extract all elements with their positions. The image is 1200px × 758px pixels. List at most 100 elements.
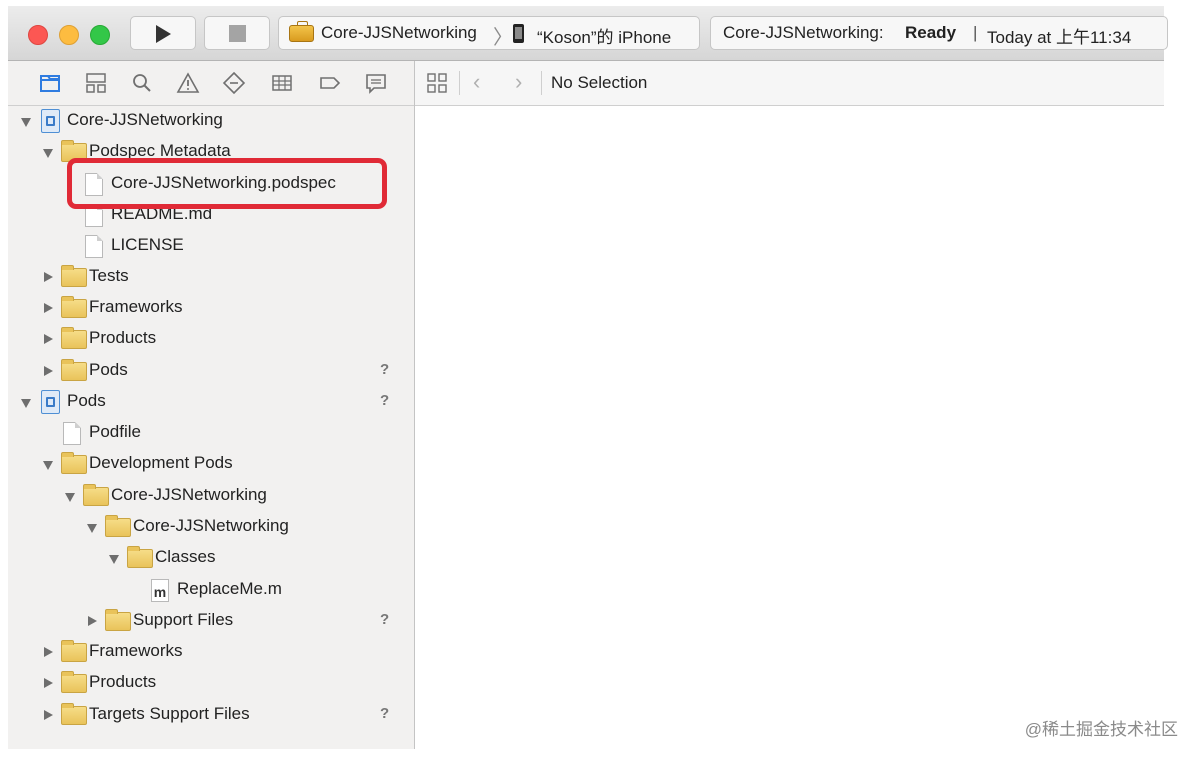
xcode-project-icon bbox=[41, 109, 60, 133]
disclosure-open-icon[interactable] bbox=[21, 399, 31, 408]
folder-icon bbox=[61, 296, 87, 318]
disclosure-closed-icon[interactable] bbox=[44, 647, 53, 657]
device-name[interactable]: “Koson”的 iPhone bbox=[537, 23, 671, 48]
unknown-status-badge: ? bbox=[380, 705, 390, 722]
jump-bar-separator bbox=[541, 71, 542, 95]
tree-row-pods-project[interactable]: Pods ? bbox=[8, 387, 414, 418]
back-arrow-icon[interactable]: ‹ bbox=[473, 69, 480, 95]
folder-icon bbox=[61, 359, 87, 381]
scheme-name: Core-JJSNetworking bbox=[321, 23, 477, 42]
tree-label: ReplaceMe.m bbox=[177, 579, 282, 598]
report-navigator-icon[interactable] bbox=[364, 71, 388, 95]
tree-label: Podfile bbox=[89, 422, 141, 441]
folder-icon bbox=[61, 327, 87, 349]
tree-row-products[interactable]: Products bbox=[8, 324, 414, 355]
tree-row-replaceme[interactable]: m ReplaceMe.m bbox=[8, 575, 414, 606]
folder-icon bbox=[61, 452, 87, 474]
disclosure-closed-icon[interactable] bbox=[44, 334, 53, 344]
tree-row-license[interactable]: LICENSE bbox=[8, 231, 414, 262]
tree-label: LICENSE bbox=[111, 235, 184, 254]
folder-icon bbox=[61, 265, 87, 287]
tree-row-pods-group[interactable]: Pods ? bbox=[8, 356, 414, 387]
disclosure-open-icon[interactable] bbox=[87, 524, 97, 533]
watermark: @稀土掘金技术社区 bbox=[1024, 720, 1178, 739]
status-time: Today at 上午11:34 bbox=[987, 28, 1132, 47]
unknown-status-badge: ? bbox=[380, 611, 390, 628]
folder-icon bbox=[105, 515, 131, 537]
stop-icon bbox=[229, 25, 246, 42]
disclosure-closed-icon[interactable] bbox=[44, 366, 53, 376]
run-button[interactable] bbox=[130, 16, 196, 50]
folder-icon bbox=[127, 546, 153, 568]
file-icon bbox=[85, 173, 103, 196]
tree-row-core-project[interactable]: Core-JJSNetworking bbox=[8, 106, 414, 137]
folder-icon bbox=[105, 609, 131, 631]
navigator-tab-bar bbox=[8, 61, 414, 106]
disclosure-closed-icon[interactable] bbox=[44, 272, 53, 282]
related-items-icon[interactable] bbox=[427, 73, 447, 93]
disclosure-closed-icon[interactable] bbox=[44, 678, 53, 688]
zoom-window-button[interactable] bbox=[90, 25, 110, 45]
tree-label: Frameworks bbox=[89, 641, 183, 660]
tree-row-products-2[interactable]: Products bbox=[8, 668, 414, 699]
tree-label: Products bbox=[89, 672, 157, 691]
disclosure-closed-icon[interactable] bbox=[44, 710, 53, 720]
tree-row-podfile[interactable]: Podfile bbox=[8, 418, 414, 449]
tree-label: Core-JJSNetworking bbox=[133, 516, 289, 535]
jump-bar: ‹ › No Selection bbox=[415, 61, 1164, 106]
tree-row-frameworks[interactable]: Frameworks bbox=[8, 293, 414, 324]
file-icon bbox=[63, 422, 81, 445]
tree-label: Core-JJSNetworking bbox=[111, 485, 267, 504]
tree-row-tests[interactable]: Tests bbox=[8, 262, 414, 293]
jump-bar-separator bbox=[459, 71, 460, 95]
tree-row-targets-support-files[interactable]: Targets Support Files ? bbox=[8, 700, 414, 731]
disclosure-closed-icon[interactable] bbox=[44, 303, 53, 313]
disclosure-open-icon[interactable] bbox=[65, 493, 75, 502]
tree-label: Core-JJSNetworking.podspec bbox=[111, 173, 336, 192]
tree-label: Frameworks bbox=[89, 297, 183, 316]
objc-file-icon: m bbox=[151, 579, 169, 602]
disclosure-open-icon[interactable] bbox=[43, 461, 53, 470]
scheme-selector[interactable]: Core-JJSNetworking 〉 “Koson”的 iPhone bbox=[278, 16, 700, 50]
no-selection-label: No Selection bbox=[551, 73, 648, 92]
disclosure-open-icon[interactable] bbox=[109, 555, 119, 564]
disclosure-open-icon[interactable] bbox=[43, 149, 53, 158]
issue-navigator-icon[interactable] bbox=[176, 71, 200, 95]
minimize-window-button[interactable] bbox=[59, 25, 79, 45]
debug-navigator-icon[interactable] bbox=[270, 71, 294, 95]
disclosure-open-icon[interactable] bbox=[21, 118, 31, 127]
test-navigator-icon[interactable] bbox=[222, 71, 246, 95]
tree-row-podspec-file[interactable]: Core-JJSNetworking.podspec bbox=[8, 169, 378, 200]
folder-icon bbox=[61, 640, 87, 662]
project-navigator-icon[interactable] bbox=[38, 71, 62, 95]
briefcase-icon bbox=[289, 21, 314, 42]
tree-row-frameworks-2[interactable]: Frameworks bbox=[8, 637, 414, 668]
tree-label: Targets Support Files bbox=[89, 704, 250, 723]
tree-row-classes[interactable]: Classes bbox=[8, 543, 414, 574]
status-separator: | bbox=[973, 23, 978, 42]
tree-label: Core-JJSNetworking bbox=[67, 110, 223, 129]
tree-row-development-pods[interactable]: Development Pods bbox=[8, 449, 414, 480]
activity-status: Core-JJSNetworking: Ready | Today at 上午1… bbox=[710, 16, 1168, 50]
close-window-button[interactable] bbox=[28, 25, 48, 45]
play-icon bbox=[156, 25, 171, 43]
stop-button[interactable] bbox=[204, 16, 270, 50]
find-navigator-icon[interactable] bbox=[130, 71, 154, 95]
tree-label: Tests bbox=[89, 266, 129, 285]
editor-area[interactable] bbox=[415, 106, 1164, 749]
status-ready: Ready bbox=[905, 23, 957, 42]
tree-label: Development Pods bbox=[89, 453, 233, 472]
tree-label: Support Files bbox=[133, 610, 234, 629]
tree-row-core-group[interactable]: Core-JJSNetworking bbox=[8, 481, 414, 512]
iphone-icon bbox=[513, 24, 524, 43]
disclosure-closed-icon[interactable] bbox=[88, 616, 97, 626]
tree-row-core-subgroup[interactable]: Core-JJSNetworking bbox=[8, 512, 414, 543]
unknown-status-badge: ? bbox=[380, 361, 390, 378]
folder-icon bbox=[83, 484, 109, 506]
tree-row-support-files[interactable]: Support Files ? bbox=[8, 606, 414, 637]
status-project: Core-JJSNetworking: bbox=[723, 23, 884, 42]
xcode-project-icon bbox=[41, 390, 60, 414]
breakpoint-navigator-icon[interactable] bbox=[318, 71, 342, 95]
symbol-navigator-icon[interactable] bbox=[84, 71, 108, 95]
forward-arrow-icon[interactable]: › bbox=[515, 69, 522, 95]
